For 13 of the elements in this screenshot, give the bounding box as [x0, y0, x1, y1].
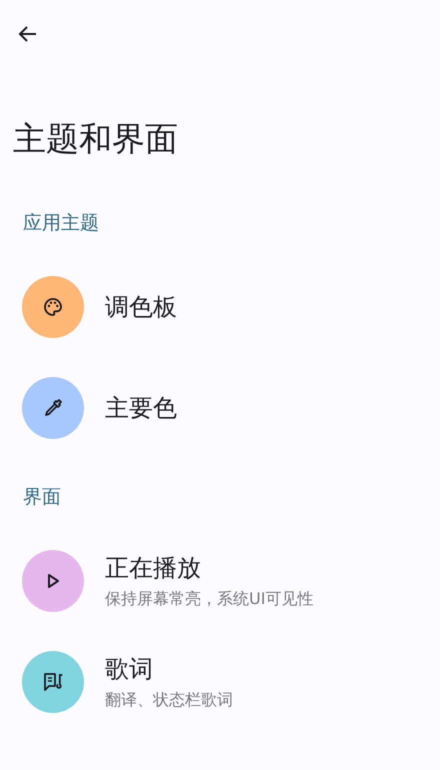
section-header: 界面 [23, 484, 61, 510]
page-title: 主题和界面 [13, 122, 178, 154]
settings-item[interactable]: 歌词 翻译、状态栏歌词 [0, 631, 440, 732]
item-subtitle: 翻译、状态栏歌词 [105, 690, 233, 710]
item-title: 正在播放 [105, 552, 202, 582]
item-title: 主要色 [105, 392, 177, 422]
settings-item[interactable]: 主要色 [0, 357, 440, 458]
settings-item[interactable]: 正在播放 保持屏幕常亮，系统UI可见性 [0, 530, 440, 631]
item-title: 歌词 [105, 654, 154, 684]
item-title: 调色板 [105, 292, 177, 322]
item-subtitle: 保持屏幕常亮，系统UI可见性 [105, 588, 314, 608]
section-header: 应用主题 [23, 210, 99, 236]
settings-item[interactable]: 调色板 [0, 256, 440, 357]
